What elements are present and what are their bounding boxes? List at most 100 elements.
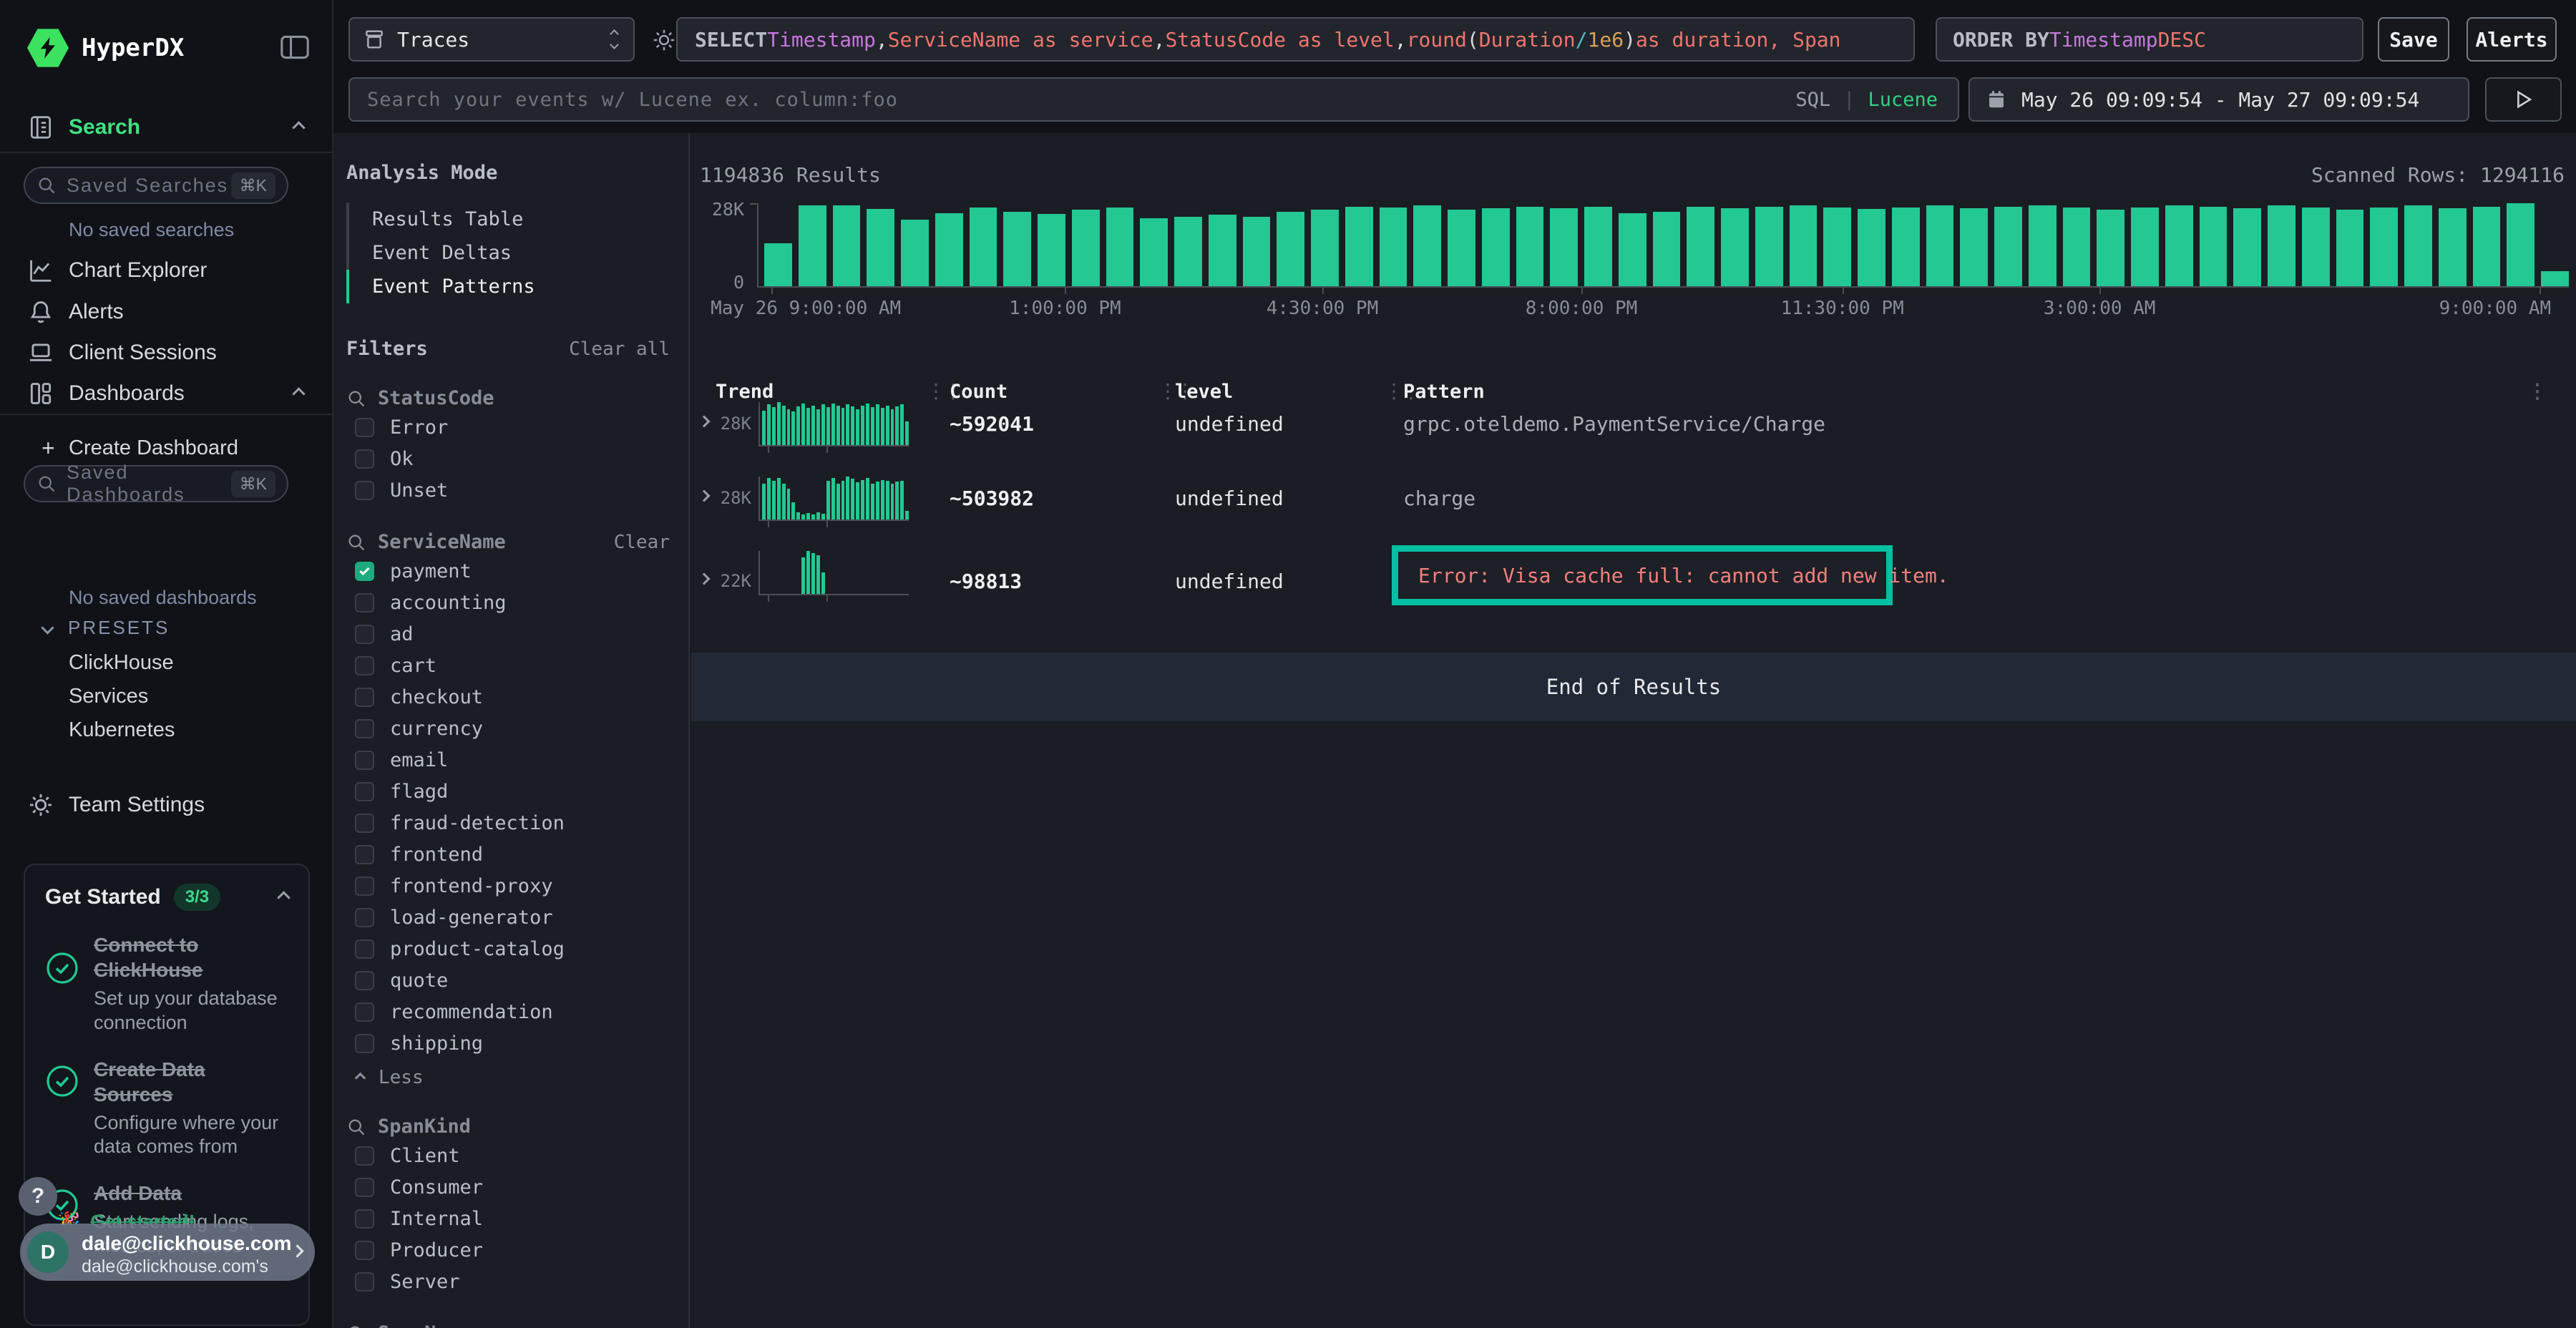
filter-option-Client[interactable]: Client: [346, 1142, 670, 1169]
sidebar-item-client-sessions[interactable]: Client Sessions: [0, 334, 332, 371]
checkbox[interactable]: [355, 1209, 374, 1229]
histogram-bar[interactable]: [1823, 208, 1851, 286]
filter-option-flagd[interactable]: flagd: [346, 778, 670, 805]
filter-option-currency[interactable]: currency: [346, 715, 670, 742]
table-row[interactable]: 22K~98813undefinedError: Visa cache full…: [690, 545, 2576, 630]
histogram-bar[interactable]: [1584, 207, 1612, 286]
checkbox[interactable]: [355, 751, 374, 770]
filter-option-Error[interactable]: Error: [346, 414, 670, 441]
filter-option-cart[interactable]: cart: [346, 652, 670, 679]
sidebar-item-dashboards[interactable]: Dashboards: [0, 375, 332, 412]
histogram-bar[interactable]: [1550, 208, 1578, 286]
histogram-bar[interactable]: [1482, 208, 1510, 286]
checkbox[interactable]: [355, 593, 374, 612]
histogram-bar[interactable]: [2268, 205, 2296, 286]
filter-option-load-generator[interactable]: load-generator: [346, 904, 670, 931]
checkbox[interactable]: [355, 782, 374, 801]
histogram-bar[interactable]: [2097, 210, 2124, 286]
filter-option-recommendation[interactable]: recommendation: [346, 998, 670, 1025]
highlighted-pattern-box[interactable]: Error: Visa cache full: cannot add new i…: [1392, 545, 1893, 605]
histogram-bar[interactable]: [1858, 209, 1885, 286]
filter-option-payment[interactable]: payment: [346, 557, 670, 585]
histogram-bar[interactable]: [2541, 271, 2569, 286]
filter-option-Unset[interactable]: Unset: [346, 477, 670, 504]
filter-option-frontend[interactable]: frontend: [346, 841, 670, 868]
checkbox[interactable]: [355, 625, 374, 644]
histogram-bar[interactable]: [935, 213, 963, 286]
histogram-bar[interactable]: [2131, 208, 2159, 286]
checkbox[interactable]: [355, 449, 374, 469]
chevron-up-icon[interactable]: [292, 387, 305, 400]
checkbox[interactable]: [355, 971, 374, 990]
collapse-sidebar-icon[interactable]: [279, 33, 311, 62]
checkbox[interactable]: [355, 1178, 374, 1197]
presets-toggle[interactable]: PRESETS: [43, 617, 170, 639]
histogram-bar[interactable]: [1106, 208, 1134, 286]
histogram-bar[interactable]: [1174, 217, 1202, 286]
checkbox[interactable]: [355, 845, 374, 864]
histogram-bar[interactable]: [1311, 210, 1339, 286]
expand-row-chevron-icon[interactable]: [700, 415, 708, 429]
histogram-bar[interactable]: [1243, 217, 1271, 286]
logo[interactable]: HyperDX: [27, 27, 184, 69]
filter-option-product-catalog[interactable]: product-catalog: [346, 935, 670, 962]
filter-option-quote[interactable]: quote: [346, 967, 670, 994]
mode-event-patterns[interactable]: Event Patterns: [346, 270, 670, 303]
histogram-bar[interactable]: [2233, 208, 2261, 286]
checkbox[interactable]: [355, 814, 374, 833]
histogram-bar[interactable]: [799, 205, 826, 286]
expand-row-chevron-icon[interactable]: [700, 489, 708, 503]
histogram-bar[interactable]: [970, 208, 997, 286]
expand-row-chevron-icon[interactable]: [700, 572, 708, 586]
histogram-bar[interactable]: [1721, 208, 1749, 286]
checkbox[interactable]: [355, 1146, 374, 1166]
checkbox[interactable]: [355, 481, 374, 500]
filter-option-Internal[interactable]: Internal: [346, 1205, 670, 1232]
histogram-bar[interactable]: [2200, 207, 2228, 286]
user-menu[interactable]: D dale@clickhouse.com dale@clickhouse.co…: [20, 1224, 315, 1281]
histogram-bar[interactable]: [1653, 212, 1681, 286]
filter-option-email[interactable]: email: [346, 746, 670, 773]
histogram-bar[interactable]: [1755, 207, 1783, 286]
histogram-bar[interactable]: [1345, 207, 1373, 286]
show-less-toggle[interactable]: Less: [346, 1067, 670, 1088]
filter-option-Ok[interactable]: Ok: [346, 445, 670, 472]
chevron-up-icon[interactable]: [277, 891, 290, 904]
histogram-bar[interactable]: [2507, 203, 2534, 286]
checkbox[interactable]: [355, 562, 374, 581]
preset-services[interactable]: Services: [69, 685, 148, 708]
alerts-button[interactable]: Alerts: [2467, 17, 2557, 62]
histogram-bar[interactable]: [1892, 208, 1920, 286]
date-range-picker[interactable]: May 26 09:09:54 - May 27 09:09:54: [1968, 77, 2469, 122]
help-button[interactable]: ?: [19, 1177, 57, 1216]
histogram-bar[interactable]: [1209, 215, 1236, 286]
filter-option-checkout[interactable]: checkout: [346, 683, 670, 711]
histogram-bar[interactable]: [867, 209, 894, 286]
filter-option-frontend-proxy[interactable]: frontend-proxy: [346, 872, 670, 899]
checkbox[interactable]: [355, 1241, 374, 1260]
histogram-bar[interactable]: [833, 205, 861, 286]
chevron-up-icon[interactable]: [292, 121, 305, 134]
histogram-bar[interactable]: [2370, 208, 2398, 286]
histogram-bar[interactable]: [1516, 207, 1544, 286]
histogram-bar[interactable]: [1003, 212, 1031, 286]
histogram-bar[interactable]: [1140, 218, 1168, 286]
source-select[interactable]: Traces: [348, 17, 635, 62]
histogram-bar[interactable]: [1994, 207, 2022, 286]
table-row[interactable]: 28K~592041undefinedgrpc.oteldemo.Payment…: [690, 396, 2576, 471]
mode-event-deltas[interactable]: Event Deltas: [346, 236, 670, 270]
checkbox[interactable]: [355, 1272, 374, 1292]
filter-option-Producer[interactable]: Producer: [346, 1236, 670, 1264]
histogram-bar[interactable]: [1687, 207, 1714, 286]
histogram-bar[interactable]: [764, 243, 792, 286]
histogram-bar[interactable]: [2165, 205, 2193, 286]
sidebar-item-team-settings[interactable]: Team Settings: [0, 786, 332, 824]
checkbox[interactable]: [355, 1034, 374, 1053]
checkbox[interactable]: [355, 688, 374, 707]
histogram-bar[interactable]: [2473, 207, 2501, 286]
mode-results-table[interactable]: Results Table: [346, 202, 670, 236]
histogram-bar[interactable]: [2029, 205, 2057, 286]
sidebar-item-chart-explorer[interactable]: Chart Explorer: [0, 252, 332, 289]
histogram-bar[interactable]: [2336, 210, 2364, 286]
sidebar-item-alerts[interactable]: Alerts: [0, 293, 332, 331]
